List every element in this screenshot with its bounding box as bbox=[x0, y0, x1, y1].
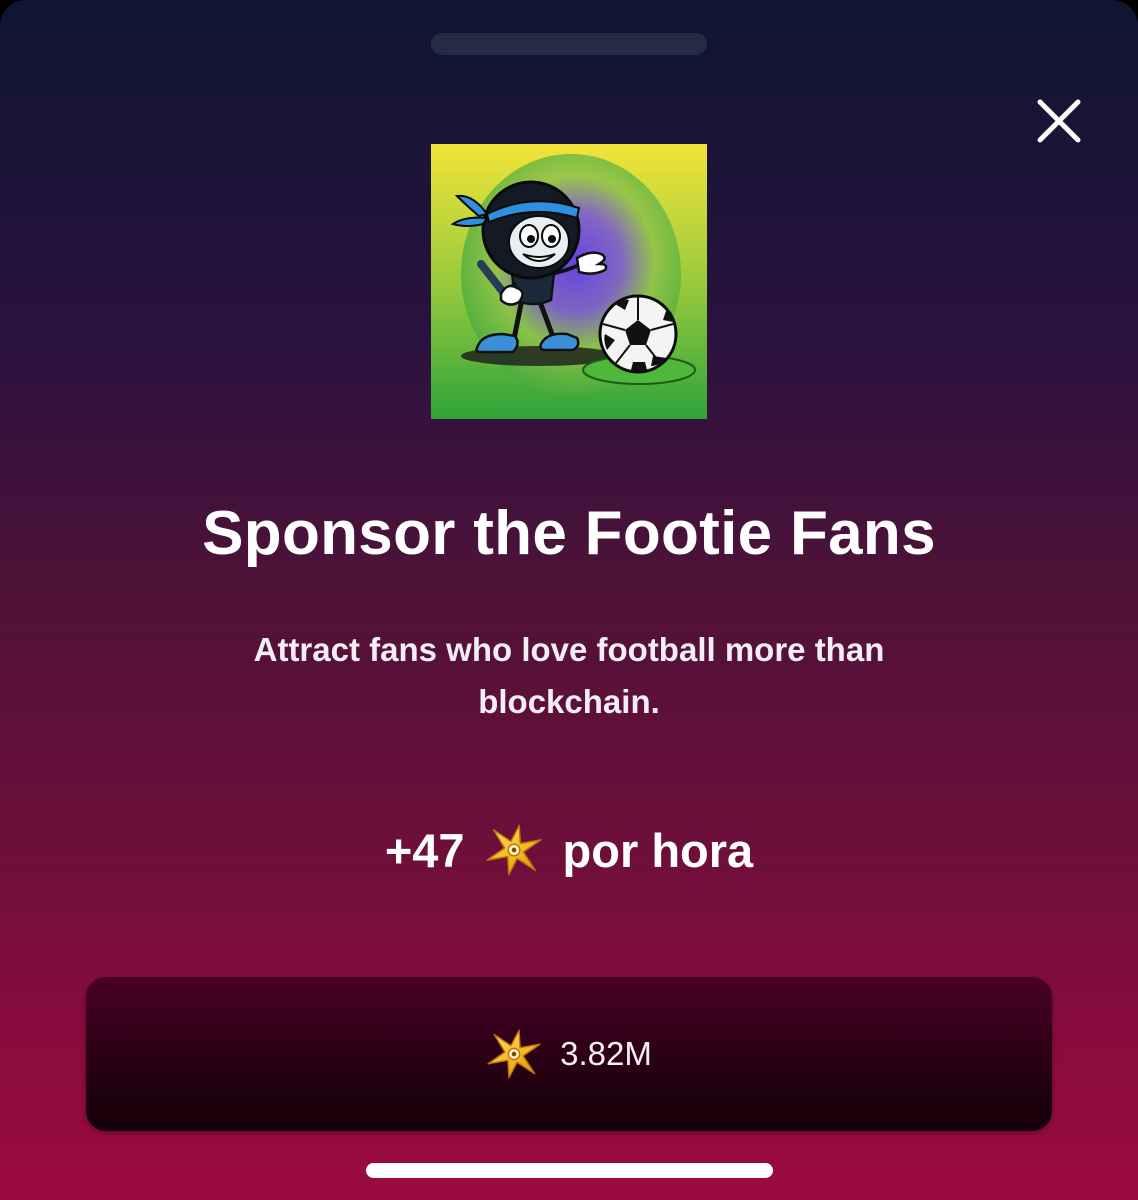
upgrade-title: Sponsor the Footie Fans bbox=[202, 499, 936, 568]
shuriken-coin-icon bbox=[485, 821, 543, 879]
sheet-grab-handle[interactable] bbox=[431, 33, 707, 55]
upgrade-card-sheet: Sponsor the Footie Fans Attract fans who… bbox=[0, 0, 1138, 1200]
ninja-football-artwork bbox=[431, 144, 707, 419]
upgrade-description: Attract fans who love football more than… bbox=[253, 631, 885, 720]
close-button[interactable] bbox=[1030, 92, 1088, 150]
profit-per-hour: +47 por hora bbox=[0, 818, 1138, 882]
close-icon bbox=[1037, 99, 1081, 143]
profit-unit: por hora bbox=[562, 823, 754, 877]
home-indicator bbox=[366, 1163, 773, 1178]
buy-upgrade-button[interactable]: 3.82M bbox=[86, 977, 1052, 1131]
upgrade-price: 3.82M bbox=[560, 1035, 652, 1072]
profit-amount: +47 bbox=[384, 823, 465, 877]
shuriken-coin-icon bbox=[486, 1026, 542, 1082]
